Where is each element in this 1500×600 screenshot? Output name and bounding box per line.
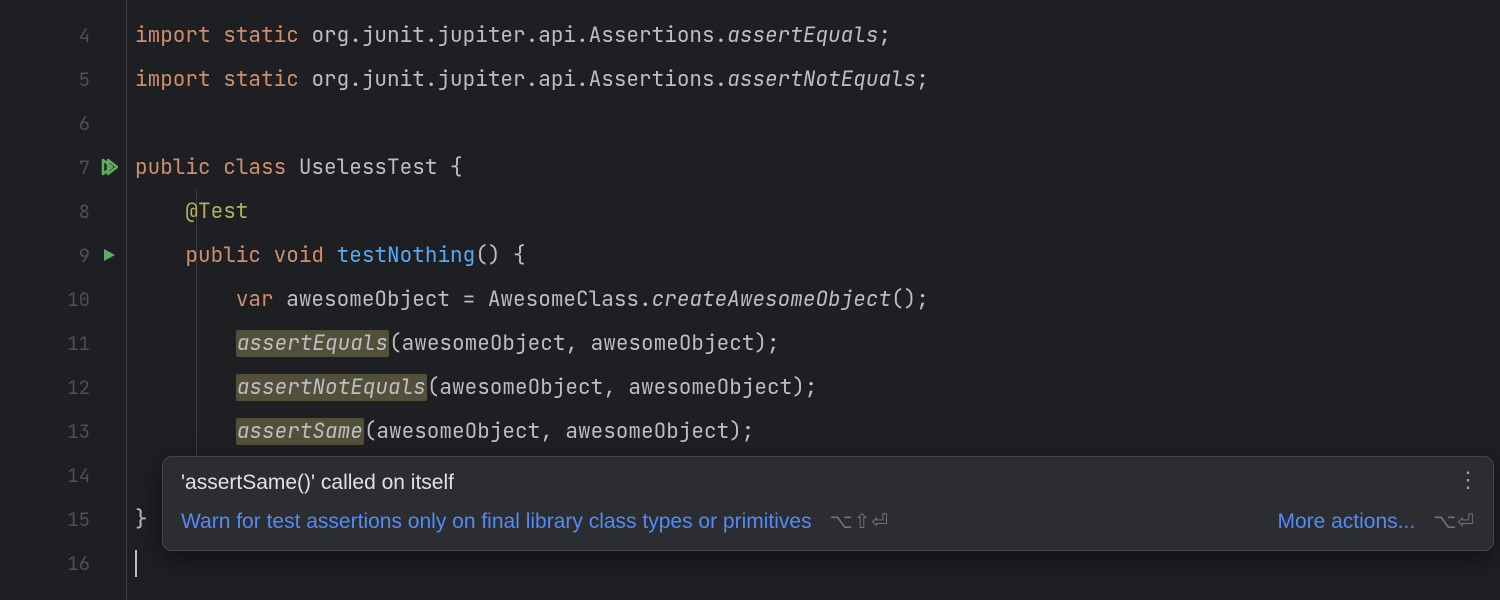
line-number: 7 (79, 155, 90, 180)
quick-fix-link[interactable]: Warn for test assertions only on final l… (181, 510, 812, 534)
gutter: 4 5 6 7 8 9 10 11 12 13 14 15 16 (0, 0, 127, 600)
code-line: @Test (135, 189, 1500, 233)
code-line: public class UselessTest { (135, 145, 1500, 189)
code-line: var awesomeObject = AwesomeClass.createA… (135, 277, 1500, 321)
line-number: 6 (79, 111, 90, 136)
line-number: 5 (79, 67, 90, 92)
line-number: 13 (67, 419, 90, 444)
line-number: 14 (67, 463, 90, 488)
more-actions-link[interactable]: More actions... (1277, 510, 1415, 534)
inspection-title: 'assertSame()' called on itself (181, 471, 1475, 495)
inspection-warning[interactable]: assertSame (236, 418, 364, 445)
shortcut-hint: ⌥⇧⏎ (830, 509, 890, 534)
line-number: 11 (67, 331, 90, 356)
line-number: 16 (67, 551, 90, 576)
code-line: import static org.junit.jupiter.api.Asse… (135, 57, 1500, 101)
line-number: 10 (67, 287, 90, 312)
inspection-warning[interactable]: assertEquals (236, 330, 389, 357)
run-test-icon[interactable] (100, 246, 118, 264)
code-line: public void testNothing() { (135, 233, 1500, 277)
code-line (135, 101, 1500, 145)
inspection-popup: ⋮ 'assertSame()' called on itself Warn f… (162, 456, 1494, 551)
code-line: assertSame(awesomeObject, awesomeObject)… (135, 409, 1500, 453)
code-line: assertNotEquals(awesomeObject, awesomeOb… (135, 365, 1500, 409)
inspection-warning[interactable]: assertNotEquals (236, 374, 427, 401)
line-number: 12 (67, 375, 90, 400)
line-number: 4 (79, 23, 90, 48)
kebab-menu-icon[interactable]: ⋮ (1457, 469, 1479, 491)
text-caret (135, 550, 137, 577)
line-number: 8 (79, 199, 90, 224)
shortcut-hint: ⌥⏎ (1433, 509, 1475, 534)
line-number: 15 (67, 507, 90, 532)
code-line: assertEquals(awesomeObject, awesomeObjec… (135, 321, 1500, 365)
code-line: import static org.junit.jupiter.api.Asse… (135, 13, 1500, 57)
line-number: 9 (79, 243, 90, 268)
run-class-icon[interactable] (100, 158, 118, 176)
